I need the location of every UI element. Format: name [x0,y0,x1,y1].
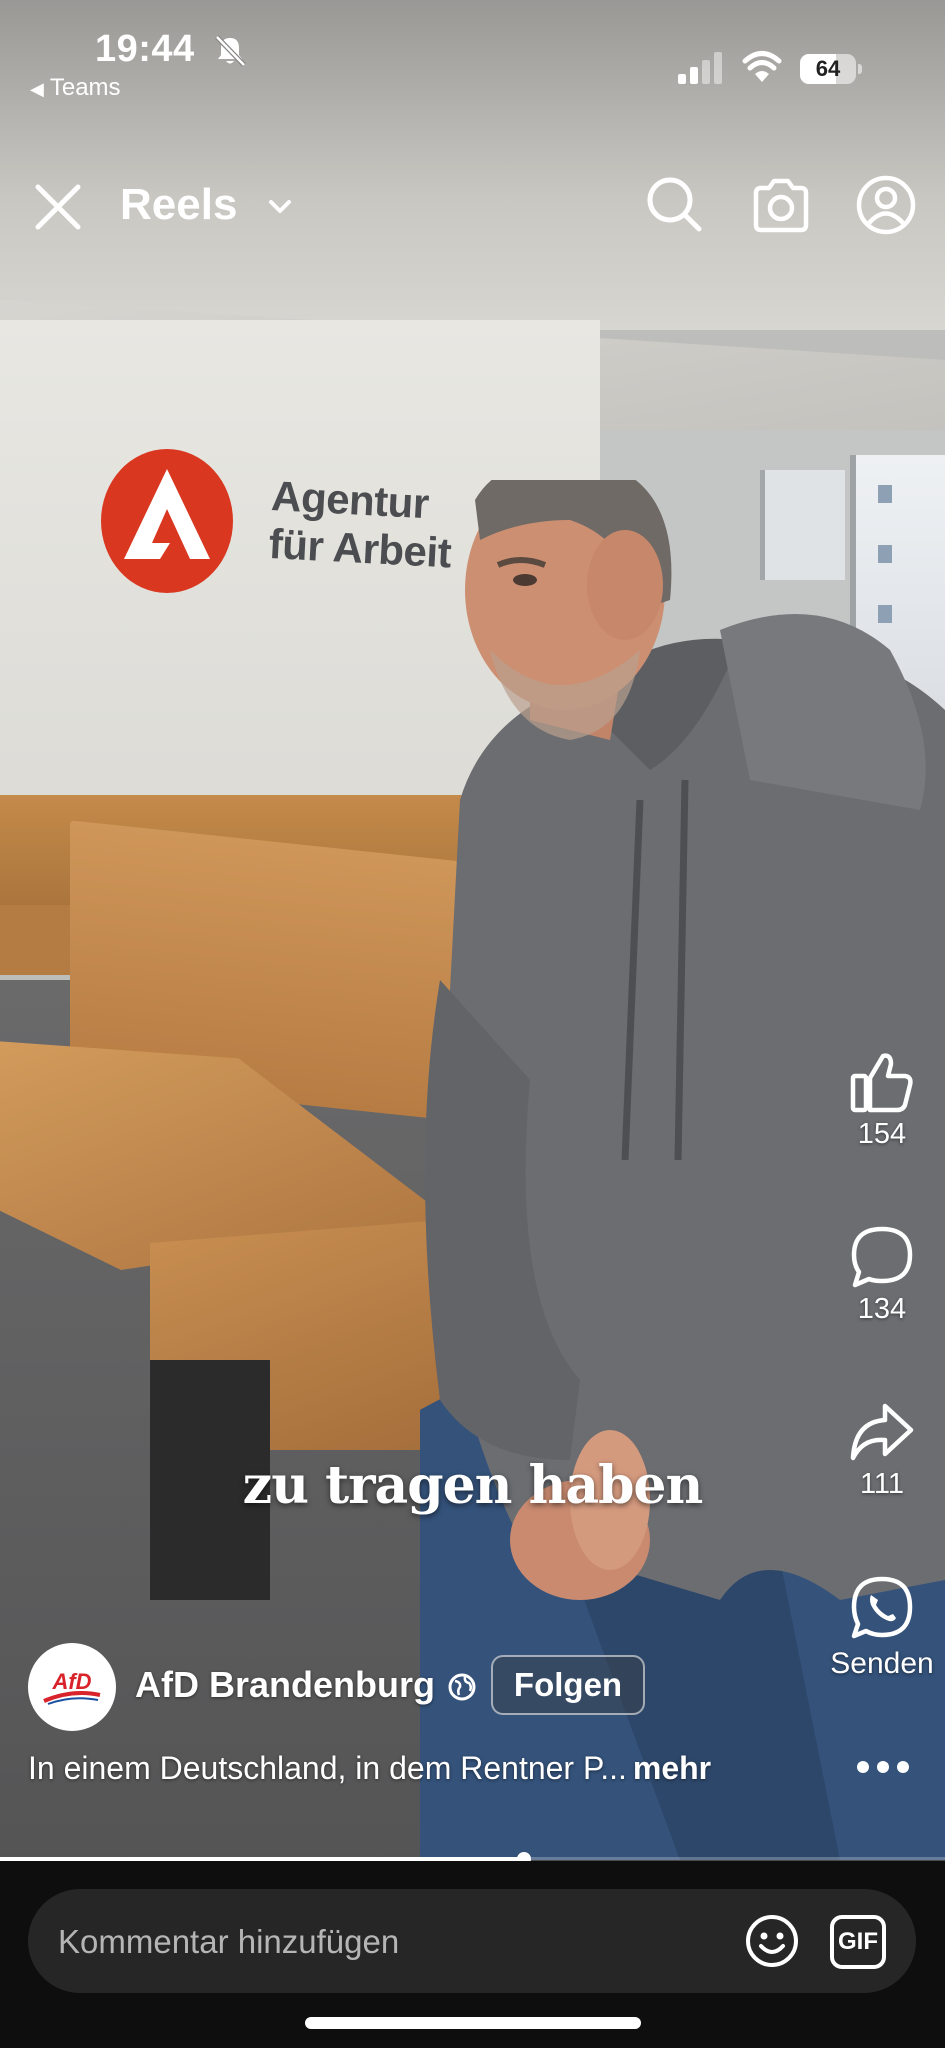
reels-screen: Agentur für Arbeit 19:44 ◀ Teams 64 Reel… [0,0,945,2048]
back-arrow-icon: ◀ [30,79,44,99]
avatar-swoosh [43,1691,101,1705]
wifi-icon [742,51,782,82]
back-to-app[interactable]: ◀ Teams [30,74,121,102]
description-text: In einem Deutschland, in dem Rentner P..… [28,1750,627,1786]
thumbs-up-icon [850,1053,913,1113]
gif-button[interactable]: GIF [830,1915,886,1969]
home-indicator[interactable] [305,2017,641,2029]
comment-input[interactable]: Kommentar hinzufügen GIF [28,1889,916,1993]
page-title[interactable]: Reels [120,180,237,230]
avatar[interactable]: AfD [28,1643,116,1731]
whatsapp-send-button[interactable]: Senden [817,1575,945,1681]
comment-button[interactable]: 134 [822,1225,942,1326]
share-count: 111 [859,1468,905,1500]
status-bar: 19:44 ◀ Teams 64 [0,0,945,110]
silent-bell-icon [215,35,246,67]
comment-count: 134 [857,1293,907,1325]
like-count: 154 [857,1118,907,1150]
emoji-icon[interactable] [744,1913,800,1969]
battery-percent: 64 [815,56,841,81]
video-caption: zu tragen haben [242,1455,704,1516]
comment-bar: Kommentar hinzufügen GIF [0,1861,945,2048]
more-link[interactable]: mehr [633,1750,711,1786]
camera-icon[interactable] [750,175,812,235]
account-name[interactable]: AfD Brandenburg [135,1664,435,1706]
reel-video[interactable]: Agentur für Arbeit [0,0,945,1860]
comment-placeholder: Kommentar hinzufügen [58,1923,400,1960]
whatsapp-icon [851,1576,913,1639]
globe-icon [448,1673,476,1701]
back-app-label: Teams [49,74,121,101]
reels-header: Reels [0,160,945,250]
post-description[interactable]: In einem Deutschland, in dem Rentner P..… [28,1750,711,1787]
search-icon[interactable] [645,175,705,235]
agentur-logo [101,449,233,593]
comment-bubble-icon [851,1226,913,1288]
battery-body: 64 [800,54,856,84]
share-arrow-icon [850,1403,914,1461]
share-button[interactable]: 111 [822,1400,942,1501]
status-time: 19:44 [95,28,195,70]
cellular-signal-icon [678,52,722,84]
more-options-icon[interactable] [855,1752,911,1782]
battery-indicator: 64 [800,54,862,84]
send-label: Senden [830,1647,934,1680]
follow-button[interactable]: Folgen [491,1655,645,1715]
close-icon[interactable] [28,182,88,232]
battery-tip [858,64,862,74]
like-button[interactable]: 154 [822,1050,942,1151]
chevron-down-icon[interactable] [265,192,295,222]
profile-icon[interactable] [855,174,917,236]
